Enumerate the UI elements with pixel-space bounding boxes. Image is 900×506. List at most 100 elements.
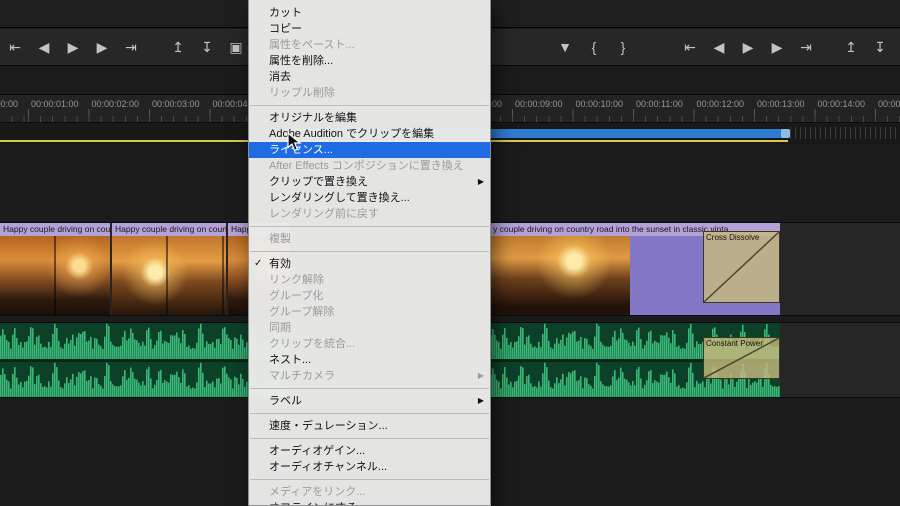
timecode-label: 00:00:01:00	[31, 99, 79, 109]
step-forward-icon[interactable]: ▶	[93, 39, 111, 56]
menu-item-license[interactable]: ライセンス...	[249, 142, 490, 158]
menu-item-label: ライセンス...	[269, 144, 333, 156]
menu-item-label: オフラインにする...	[269, 502, 366, 505]
video-clip[interactable]: Happy couple driving on count	[0, 223, 110, 315]
play-icon[interactable]: ▶	[739, 39, 757, 56]
timecode-label: 00:00:02:00	[91, 99, 140, 109]
menu-item-label: オーディオチャンネル...	[269, 461, 388, 473]
filmstrip-seams	[0, 236, 110, 315]
transition-label: Constant Power	[706, 339, 763, 348]
clip-thumbnail	[490, 236, 630, 315]
clip-label: Happy couple driving on count	[0, 223, 110, 236]
menu-item-label: レンダリング前に戻す	[269, 208, 379, 220]
clip-thumbnail	[112, 236, 226, 315]
video-transition-cross-dissolve[interactable]: Cross Dissolve	[703, 231, 780, 303]
menu-item-nest[interactable]: ネスト...	[249, 352, 490, 368]
menu-item-speed-duration[interactable]: 速度・デュレーション...	[249, 418, 490, 434]
video-clip[interactable]: Happy couple driving on count	[112, 223, 226, 315]
transition-label: Cross Dissolve	[706, 233, 760, 242]
scrollbar-tick-zone	[790, 127, 900, 139]
clip-thumbnail	[0, 236, 110, 315]
transition-diagonal-icon	[704, 232, 779, 302]
play-icon[interactable]: ▶	[64, 39, 82, 56]
menu-item-make-offline[interactable]: オフラインにする...	[249, 500, 490, 505]
step-back-icon[interactable]: ◀	[710, 39, 728, 56]
context-menu: カットコピー属性をペースト... 属性を削除... 消去リップル削除オリジナルを編集…	[248, 0, 491, 506]
menu-item-label: マルチカメラ	[269, 370, 335, 382]
lift-icon[interactable]: ↥	[842, 39, 860, 56]
add-marker-icon[interactable]: ▼	[556, 39, 574, 55]
menu-item-label: クリップを統合...	[269, 338, 356, 350]
menu-separator	[250, 438, 489, 439]
menu-item-copy[interactable]: コピー	[249, 21, 490, 37]
menu-item-replace-with-clip[interactable]: クリップで置き換え ▶	[249, 174, 490, 190]
menu-item-label: クリップで置き換え	[269, 176, 368, 188]
menu-item-label: グループ解除	[269, 306, 335, 318]
menu-item-synchronize: 同期	[249, 320, 490, 336]
go-to-out-icon[interactable]: ⇥	[122, 39, 140, 56]
menu-item-label: Adobe Audition でクリップを編集	[269, 128, 435, 140]
timecode-label: 00:00:11:00	[636, 99, 683, 109]
menu-item-label: ネスト...	[269, 354, 312, 366]
timecode-label: 00:00:14:00	[817, 99, 866, 109]
menu-item-label: リンク解除	[269, 274, 324, 286]
menu-separator	[250, 413, 489, 414]
check-icon: ✓	[254, 258, 263, 269]
menu-item-clear[interactable]: 消去	[249, 69, 490, 85]
menu-item-label: 属性をペースト...	[269, 39, 355, 51]
go-to-in-icon[interactable]: ⇤	[6, 39, 24, 56]
premiere-timeline-window: ⇤ ◀ ▶ ▶ ⇥ ↥ ↧ ▣ ▼ {} ⇤ ◀ ▶ ▶ ⇥ ↥ ↧ ▣ 00:00:00:00 00:00:01…	[0, 0, 900, 506]
menu-item-edit-original[interactable]: オリジナルを編集	[249, 110, 490, 126]
menu-item-restore-unrendered: レンダリング前に戻す	[249, 206, 490, 222]
menu-separator	[250, 251, 489, 252]
clip-label: Happy couple driving on count	[112, 223, 226, 236]
menu-item-label[interactable]: ラベル ▶	[249, 393, 490, 409]
mark-out-icon[interactable]: }	[614, 39, 632, 55]
menu-item-label: 同期	[269, 322, 291, 334]
menu-item-audio-channels[interactable]: オーディオチャンネル...	[249, 459, 490, 475]
submenu-arrow-icon: ▶	[477, 396, 484, 405]
audio-clip[interactable]	[0, 323, 290, 397]
menu-item-label: 有効	[269, 258, 291, 270]
extract-icon[interactable]: ↧	[198, 39, 216, 56]
menu-item-enable[interactable]: ✓ 有効	[249, 256, 490, 272]
menu-item-label: 消去	[269, 71, 291, 83]
menu-item-label: オーディオゲイン...	[269, 445, 366, 457]
menu-item-audio-gain[interactable]: オーディオゲイン...	[249, 443, 490, 459]
extract-icon[interactable]: ↧	[871, 39, 889, 56]
menu-item-multi-camera: マルチカメラ ▶	[249, 368, 490, 384]
menu-separator	[250, 479, 489, 480]
menu-item-ripple-delete: リップル削除	[249, 85, 490, 101]
menu-item-label: メディアをリンク...	[269, 486, 366, 498]
menu-item-label: レンダリングして置き換え...	[269, 192, 410, 204]
menu-item-replace-with-ae: After Effects コンポジションに置き換え	[249, 158, 490, 174]
export-frame-icon[interactable]: ▣	[227, 39, 245, 56]
menu-item-merge-clips: クリップを統合...	[249, 336, 490, 352]
scrollbar-handle[interactable]	[781, 129, 790, 138]
timecode-label: 00:00:09:00	[515, 99, 563, 109]
timecode-label: 00:00:13:00	[757, 99, 805, 109]
menu-item-label: コピー	[269, 23, 302, 35]
filmstrip-seams	[112, 236, 226, 315]
menu-item-label: After Effects コンポジションに置き換え	[269, 160, 464, 172]
menu-item-label: オリジナルを編集	[269, 112, 357, 124]
menu-item-paste-attributes: 属性をペースト...	[249, 37, 490, 53]
menu-item-edit-in-audition[interactable]: Adobe Audition でクリップを編集	[249, 126, 490, 142]
menu-item-cut[interactable]: カット	[249, 5, 490, 21]
submenu-arrow-icon: ▶	[477, 177, 484, 186]
timecode-label: 00:00:12:00	[696, 99, 745, 109]
menu-item-render-and-replace[interactable]: レンダリングして置き換え...	[249, 190, 490, 206]
mark-in-icon[interactable]: {	[585, 39, 603, 55]
step-back-icon[interactable]: ◀	[35, 39, 53, 56]
transport-group-right: ▼{}⇤◀▶▶⇥↥↧▣	[556, 29, 900, 65]
lift-icon[interactable]: ↥	[169, 39, 187, 56]
audio-transition-constant-power[interactable]: Constant Power	[703, 337, 780, 379]
go-to-in-icon[interactable]: ⇤	[681, 39, 699, 56]
timecode-label: 00:00:03:00	[152, 99, 200, 109]
menu-item-label: グループ化	[269, 290, 324, 302]
menu-item-label: ラベル	[269, 395, 302, 407]
go-to-out-icon[interactable]: ⇥	[797, 39, 815, 56]
menu-separator	[250, 105, 489, 106]
step-forward-icon[interactable]: ▶	[768, 39, 786, 56]
menu-item-remove-attributes[interactable]: 属性を削除...	[249, 53, 490, 69]
